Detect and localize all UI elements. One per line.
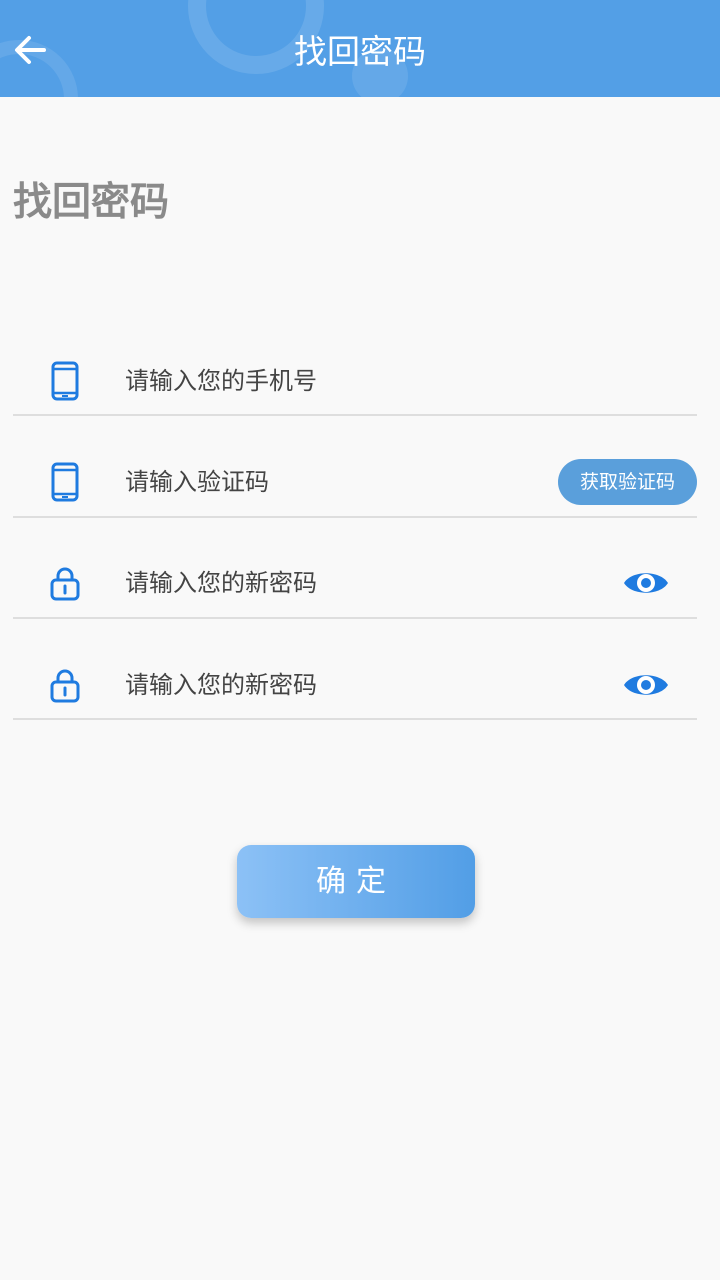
eye-icon[interactable] — [621, 668, 671, 702]
code-input[interactable] — [125, 462, 505, 502]
phone-row — [13, 314, 697, 416]
phone-input[interactable] — [125, 361, 545, 401]
page-title: 找回密码 — [13, 180, 170, 225]
confirm-password-row — [13, 618, 697, 720]
new-password-row — [13, 517, 697, 619]
lock-icon — [47, 665, 83, 705]
phone-icon — [47, 361, 83, 401]
app-header: 找回密码 — [0, 0, 720, 97]
get-code-button[interactable]: 获取验证码 — [558, 459, 697, 505]
confirm-password-input[interactable] — [125, 665, 545, 705]
code-row: 获取验证码 — [13, 416, 697, 518]
lock-icon — [47, 563, 83, 603]
confirm-button[interactable]: 确定 — [237, 845, 475, 918]
phone-icon — [47, 462, 83, 502]
header-title: 找回密码 — [294, 32, 426, 71]
new-password-input[interactable] — [125, 563, 545, 603]
eye-icon[interactable] — [621, 566, 671, 600]
